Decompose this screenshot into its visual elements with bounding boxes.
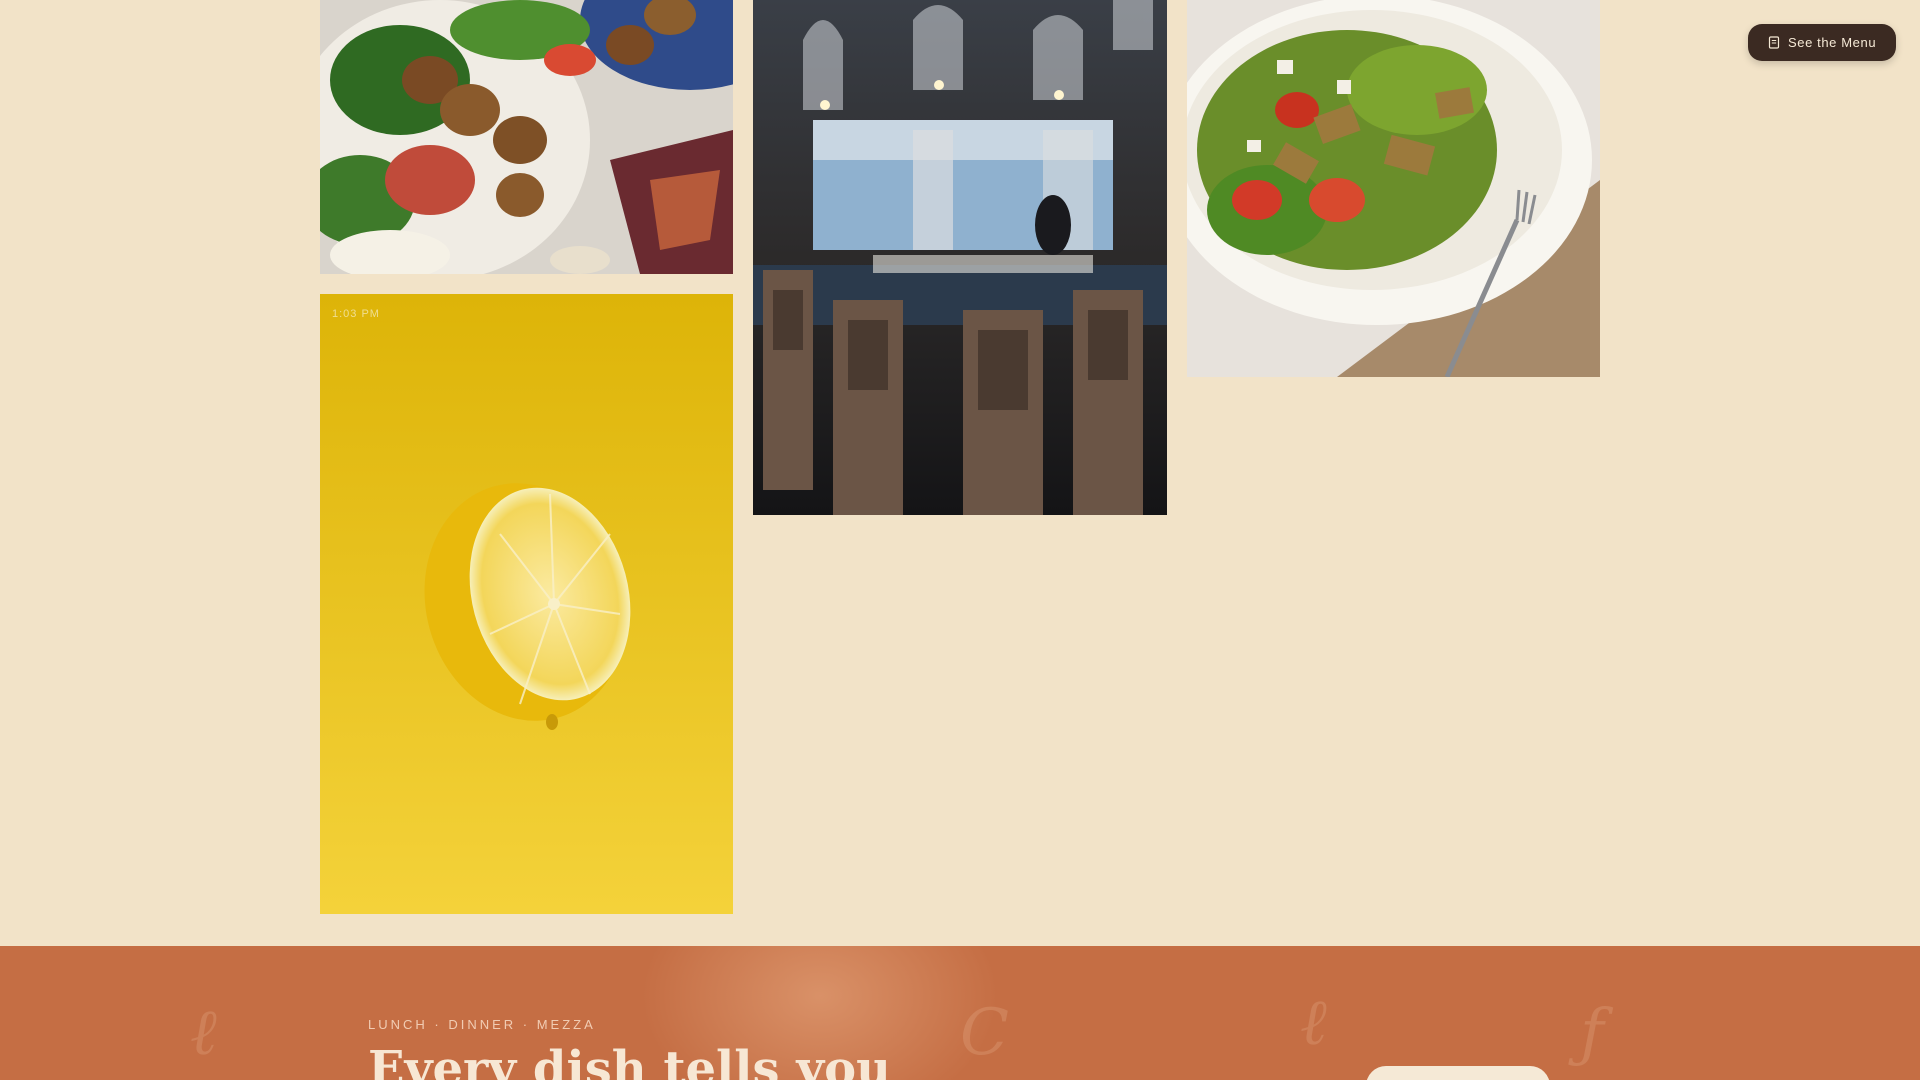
promo-headline: Every dish tells you (368, 1041, 892, 1080)
promo-section: ℓ C ℓ ƒ LUNCH · DINNER · MEZZA Every dis… (0, 946, 1920, 1080)
decorative-script: ƒ (1580, 996, 1604, 1070)
service-tagline: LUNCH · DINNER · MEZZA (368, 1017, 596, 1032)
see-menu-button[interactable]: See the Menu (1748, 24, 1897, 61)
decorative-script: ℓ (1300, 986, 1327, 1060)
decorative-script: ℓ (190, 996, 217, 1070)
photo-falafel-platter (320, 0, 733, 274)
promo-cta-button[interactable] (1366, 1066, 1550, 1080)
photo-lemon: 1:03 PM (320, 294, 733, 914)
see-menu-button-label: See the Menu (1788, 35, 1877, 50)
photo-timestamp: 1:03 PM (332, 308, 380, 320)
photo-dining-room (753, 0, 1167, 515)
decorative-script: C (960, 996, 1009, 1070)
menu-book-icon (1768, 36, 1780, 49)
photo-fattoush-salad (1187, 0, 1600, 377)
